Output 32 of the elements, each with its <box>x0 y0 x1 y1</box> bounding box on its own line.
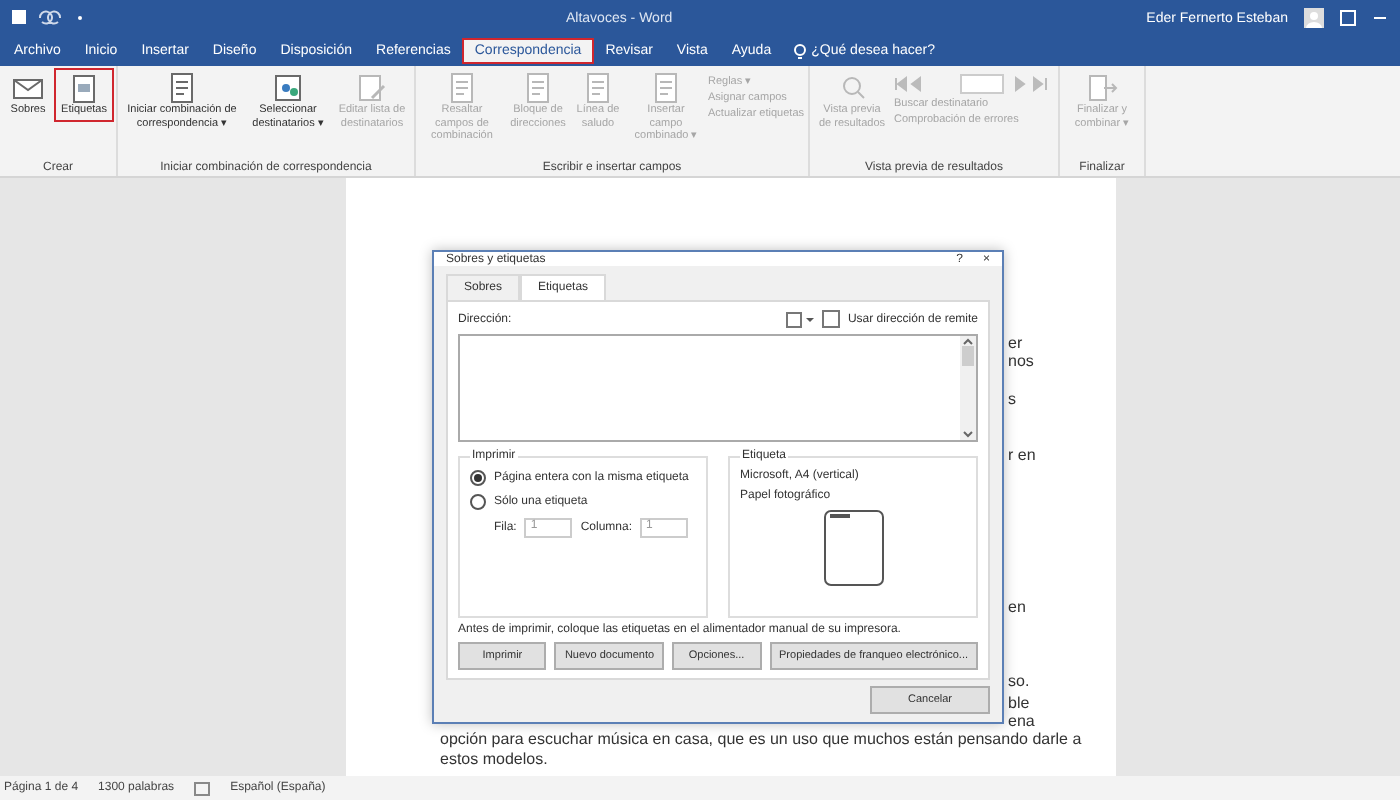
document-text: ble <box>1008 694 1030 712</box>
finish-document-icon <box>1086 72 1118 104</box>
checkbox[interactable] <box>821 310 840 328</box>
ribbon-display-icon[interactable] <box>1340 10 1356 26</box>
document-text: er <box>1008 334 1023 352</box>
document-icon <box>166 72 198 104</box>
scrollbar-thumb[interactable] <box>962 346 974 366</box>
avatar-icon <box>1304 8 1324 28</box>
document-text: s <box>1008 390 1016 408</box>
label-preview-icon <box>823 510 883 586</box>
document-text: nos <box>1008 352 1034 370</box>
document-text: ena <box>1008 712 1035 730</box>
edit-list-icon <box>356 72 388 104</box>
document-text: opción para escuchar música en casa, que es un uso que muchos están pensando darle a <box>440 730 1082 750</box>
lightbulb-icon <box>793 43 806 59</box>
document-text: r en <box>1008 446 1036 464</box>
label-sheet-icon <box>68 72 100 104</box>
document-icon <box>582 72 614 104</box>
scroll-up-icon[interactable] <box>962 336 974 346</box>
document-icon <box>446 72 478 104</box>
document-text: en <box>1008 598 1026 616</box>
document-text: estos modelos. <box>440 750 548 770</box>
radio-button[interactable] <box>470 470 486 486</box>
radio-button[interactable] <box>470 494 486 510</box>
address-book-icon[interactable] <box>785 311 814 327</box>
address-field[interactable] <box>458 334 978 442</box>
people-icon <box>272 72 304 104</box>
document-text: so. <box>1008 672 1030 690</box>
scroll-down-icon[interactable] <box>962 430 974 440</box>
document-icon <box>522 72 554 104</box>
proofing-icon <box>194 781 211 795</box>
document-icon <box>650 72 682 104</box>
